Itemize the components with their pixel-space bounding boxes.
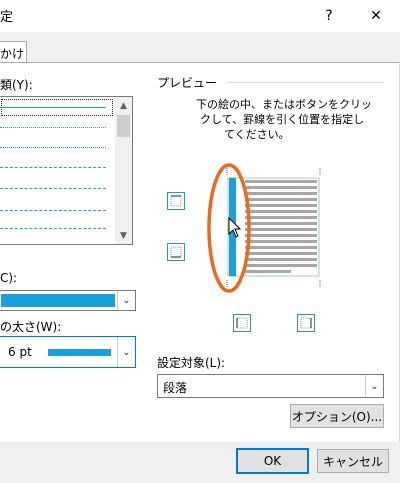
help-button[interactable]: ? <box>309 0 349 32</box>
apply-to-label: 設定対象(L): <box>157 356 226 370</box>
list-item[interactable] <box>0 201 114 220</box>
tab-label: かけ <box>0 46 25 61</box>
scroll-down-icon[interactable]: ▼ <box>115 227 132 244</box>
chevron-down-icon[interactable]: ⌄ <box>117 337 135 367</box>
list-item[interactable] <box>0 98 114 117</box>
left-border-button[interactable] <box>233 314 251 332</box>
apply-to-dropdown[interactable]: 段落 ⌄ <box>157 374 384 398</box>
scroll-up-icon[interactable]: ▲ <box>115 97 132 114</box>
preview-instructions: 下の絵の中、またはボタンをクリッ クして、罫線を引く位置を指定し てください。 <box>196 97 386 142</box>
bottom-border-button[interactable] <box>167 243 185 261</box>
list-item[interactable] <box>0 138 114 157</box>
line-style-list[interactable]: ▲ ▼ <box>0 96 133 245</box>
title-bar: 定 ? ✕ <box>0 0 400 32</box>
close-button[interactable]: ✕ <box>356 0 396 32</box>
chevron-down-icon[interactable]: ⌄ <box>365 375 383 397</box>
list-item[interactable] <box>0 118 114 137</box>
color-dropdown[interactable]: ⌄ <box>0 290 136 311</box>
instruction-line: クして、罫線を引く位置を指定し <box>200 113 365 126</box>
color-label: C): <box>0 271 18 285</box>
ok-button[interactable]: OK <box>236 448 309 474</box>
mouse-pointer-icon <box>228 217 242 238</box>
right-border-button[interactable] <box>297 314 315 332</box>
list-item[interactable] <box>0 221 114 240</box>
instruction-line: てください。 <box>224 128 290 141</box>
preview-divider <box>228 82 384 83</box>
vertical-scrollbar[interactable]: ▲ ▼ <box>115 97 132 244</box>
width-label: の太さ(W): <box>0 320 62 334</box>
options-button[interactable]: オプション(O)... <box>290 404 384 428</box>
list-item[interactable] <box>0 158 114 177</box>
cancel-button[interactable]: キャンセル <box>317 449 389 473</box>
instruction-line: 下の絵の中、またはボタンをクリッ <box>196 98 372 111</box>
preview-header: プレビュー <box>157 76 218 90</box>
line-width-dropdown[interactable]: 6 pt ⌄ <box>0 336 136 368</box>
line-width-sample <box>48 349 111 356</box>
top-border-button[interactable] <box>167 192 185 210</box>
apply-to-value: 段落 <box>163 381 188 395</box>
style-label: 類(Y): <box>0 78 33 92</box>
preview-diagram[interactable] <box>200 158 330 293</box>
scroll-thumb[interactable] <box>117 115 130 137</box>
color-swatch <box>1 294 115 307</box>
line-width-value: 6 pt <box>8 345 32 359</box>
chevron-down-icon[interactable]: ⌄ <box>117 291 135 310</box>
window-title: 定 <box>0 10 14 25</box>
tab-shading[interactable]: かけ <box>0 41 27 64</box>
list-item[interactable] <box>0 179 114 198</box>
